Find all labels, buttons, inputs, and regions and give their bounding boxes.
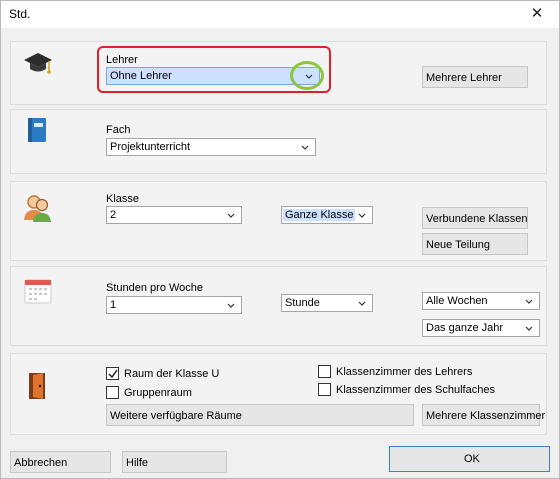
linked-classes-button[interactable]: Verbundene Klassen <box>422 207 528 229</box>
door-icon <box>25 371 51 404</box>
ok-button[interactable]: OK <box>389 446 550 472</box>
chevron-down-icon[interactable] <box>356 296 368 310</box>
new-split-button[interactable]: Neue Teilung <box>422 233 528 255</box>
hours-select[interactable]: 1 <box>106 296 242 314</box>
year-select[interactable]: Das ganze Jahr <box>422 319 540 337</box>
chevron-down-icon[interactable] <box>299 140 311 154</box>
cancel-button-label: Abbrechen <box>14 457 68 469</box>
teacher-room-checkbox[interactable] <box>318 365 331 378</box>
class-panel: Klasse 2 Ganze Klasse Verbundene Klassen… <box>10 181 547 261</box>
rooms-panel: Raum der Klasse U Gruppenraum Klassenzim… <box>10 353 547 435</box>
window-title: Std. <box>9 7 31 21</box>
subject-room-label: Klassenzimmer des Schulfaches <box>336 384 495 396</box>
subject-panel: Fach Projektunterricht <box>10 109 547 174</box>
room-of-class-checkbox[interactable] <box>106 367 119 380</box>
weeks-select[interactable]: Alle Wochen <box>422 292 540 310</box>
subject-label: Fach <box>106 124 131 136</box>
group-room-checkbox[interactable] <box>106 386 119 399</box>
multiple-rooms-button-label: Mehrere Klassenzimmer <box>426 410 546 422</box>
weeks-select-value: Alle Wochen <box>426 295 488 307</box>
room-of-class-label: Raum der Klasse U <box>124 368 220 380</box>
group-room-label: Gruppenraum <box>124 387 192 399</box>
calendar-icon <box>24 278 52 307</box>
year-select-value: Das ganze Jahr <box>426 322 504 334</box>
students-icon <box>23 194 53 225</box>
multiple-teachers-button[interactable]: Mehrere Lehrer <box>422 66 528 88</box>
linked-classes-button-label: Verbundene Klassen <box>426 213 528 225</box>
class-scope-select[interactable]: Ganze Klasse <box>281 206 373 224</box>
subject-select-value: Projektunterricht <box>110 141 191 153</box>
more-rooms-button[interactable]: Weitere verfügbare Räume <box>106 404 414 426</box>
dialog-window: Std. ✕ Lehrer Ohne Lehrer Mehrere Lehrer <box>0 0 560 479</box>
hours-unit-select[interactable]: Stunde <box>281 294 373 312</box>
subject-select[interactable]: Projektunterricht <box>106 138 316 156</box>
teacher-room-label: Klassenzimmer des Lehrers <box>336 366 473 378</box>
chevron-down-icon[interactable] <box>225 298 237 312</box>
subject-room-checkbox[interactable] <box>318 383 331 396</box>
help-button[interactable]: Hilfe <box>122 451 227 473</box>
more-rooms-button-label: Weitere verfügbare Räume <box>110 410 242 422</box>
ok-button-label: OK <box>464 453 480 465</box>
multiple-rooms-button[interactable]: Mehrere Klassenzimmer <box>422 404 545 426</box>
chevron-down-icon[interactable] <box>225 208 237 222</box>
chevron-down-icon[interactable] <box>356 208 368 222</box>
title-bar: Std. ✕ <box>1 1 559 28</box>
hours-unit-value: Stunde <box>285 297 320 309</box>
chevron-down-icon[interactable] <box>523 321 535 335</box>
book-icon <box>26 117 48 146</box>
class-select-value: 2 <box>110 209 117 221</box>
class-label: Klasse <box>106 193 140 205</box>
hours-panel: Stunden pro Woche 1 Stunde Alle Wochen D… <box>10 266 547 346</box>
help-button-label: Hilfe <box>126 457 149 469</box>
graduation-cap-icon <box>23 50 53 79</box>
class-select[interactable]: 2 <box>106 206 242 224</box>
highlight-circle <box>290 61 324 90</box>
chevron-down-icon[interactable] <box>523 294 535 308</box>
hours-label: Stunden pro Woche <box>106 282 204 294</box>
hours-select-value: 1 <box>110 299 117 311</box>
cancel-button[interactable]: Abbrechen <box>10 451 111 473</box>
close-button[interactable]: ✕ <box>527 4 547 24</box>
multiple-teachers-button-label: Mehrere Lehrer <box>426 72 502 84</box>
class-scope-value: Ganze Klasse <box>283 209 356 221</box>
new-split-button-label: Neue Teilung <box>426 239 491 251</box>
